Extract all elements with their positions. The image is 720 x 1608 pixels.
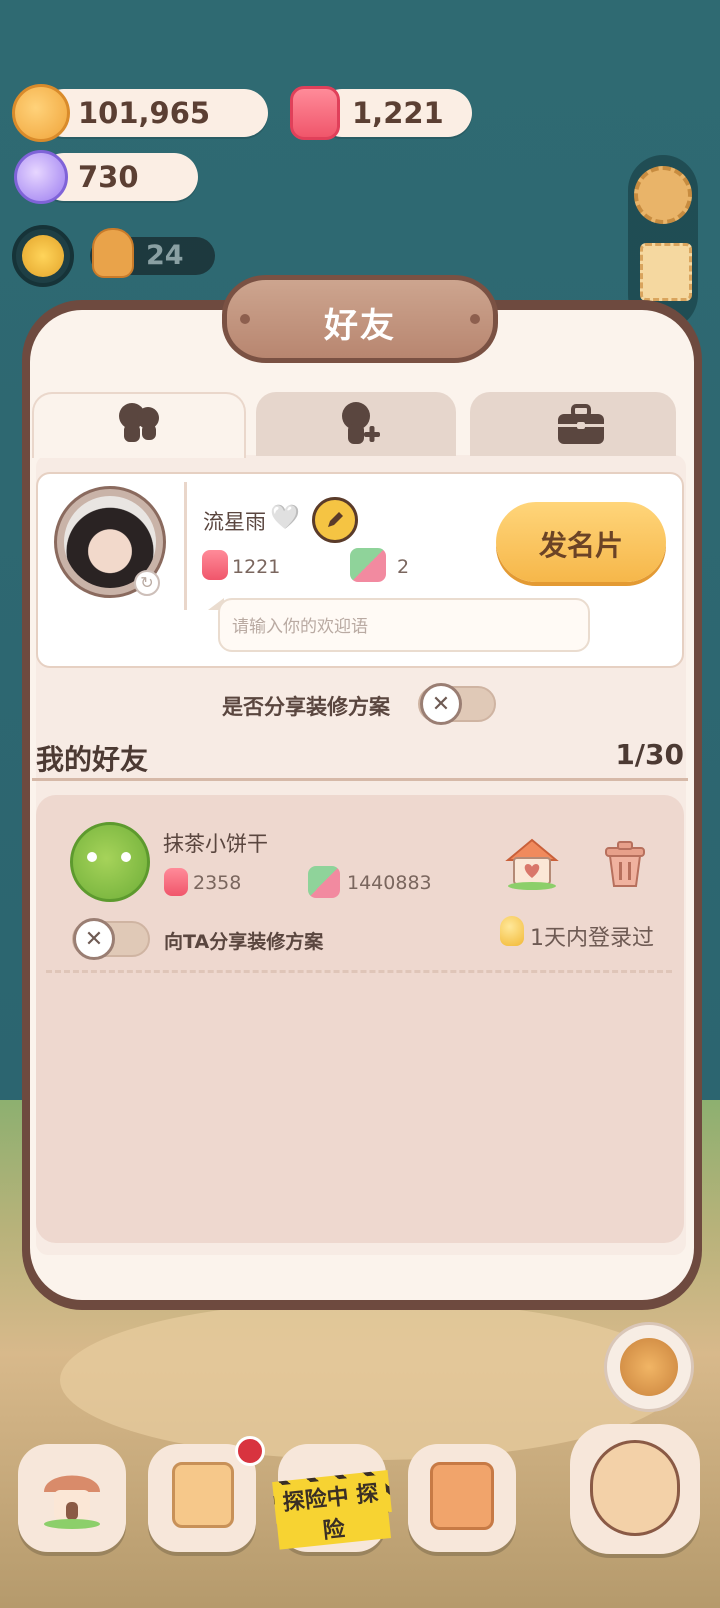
settings-gear-icon[interactable] <box>634 166 692 224</box>
friend-like-icon <box>308 866 340 898</box>
send-card-label: 发名片 <box>538 529 623 562</box>
friend-login-status: 1天内登录过 <box>530 926 654 951</box>
player-name: 流星雨 <box>203 510 266 534</box>
add-friend-icon <box>336 400 382 446</box>
edit-name-icon[interactable] <box>312 497 358 543</box>
briefcase-icon <box>556 404 606 446</box>
kitchen-icon <box>430 1462 494 1530</box>
heart-icon: 🤍 <box>270 503 300 531</box>
player-like-stat: 2 <box>397 556 410 578</box>
pink-gem-icon <box>290 86 340 140</box>
greeting-placeholder: 请输入你的欢迎语 <box>232 617 368 637</box>
friend-avatar-eye-right <box>121 852 131 862</box>
gem-stat-icon <box>202 550 228 580</box>
friend-row-divider <box>46 970 672 976</box>
gem-amount: 1,221 <box>352 96 444 130</box>
friend-gem-stat: 2358 <box>193 872 242 894</box>
cat-character-icon <box>620 1338 678 1396</box>
friend-avatar-eye-left <box>87 852 97 862</box>
sun-icon[interactable] <box>22 235 64 277</box>
notification-badge <box>235 1436 265 1466</box>
friends-section-title: 我的好友 <box>36 743 149 776</box>
candy-icon <box>14 150 68 204</box>
adventure-label: 探险中 探险 <box>272 1474 392 1550</box>
lightbulb-icon <box>500 916 524 946</box>
refresh-avatar-icon[interactable]: ↻ <box>134 570 160 596</box>
cookie-amount: 101,965 <box>78 96 211 130</box>
friend-share-label: 向TA分享装修方案 <box>164 931 324 953</box>
candy-amount: 730 <box>78 160 139 194</box>
modal-title: 好友 <box>324 306 396 346</box>
toggle-off-icon: ✕ <box>420 683 462 725</box>
friends-header-divider <box>32 778 688 781</box>
friends-icon <box>114 400 164 444</box>
mushroom-house-icon <box>40 1462 104 1530</box>
cookie-counter-value: 24 <box>146 240 184 271</box>
profile-divider <box>184 482 187 610</box>
friend-toggle-off-icon: ✕ <box>73 918 115 960</box>
cookie-coin-icon <box>12 84 70 142</box>
visit-home-icon[interactable] <box>504 836 560 890</box>
notepad-icon <box>172 1462 234 1528</box>
delete-friend-icon[interactable] <box>600 838 650 890</box>
character-icon <box>590 1440 680 1536</box>
player-gem-stat: 1221 <box>232 556 281 578</box>
friend-gem-icon <box>164 868 188 896</box>
friend-avatar[interactable] <box>70 822 150 902</box>
stamp-card-icon[interactable] <box>640 243 692 301</box>
gingerbread-icon <box>92 228 134 278</box>
share-plan-label: 是否分享装修方案 <box>222 695 390 719</box>
friend-like-stat: 1440883 <box>347 872 432 894</box>
friend-name: 抹茶小饼干 <box>163 832 268 856</box>
like-stat-icon <box>350 548 386 582</box>
friends-count: 1/30 <box>615 738 684 771</box>
